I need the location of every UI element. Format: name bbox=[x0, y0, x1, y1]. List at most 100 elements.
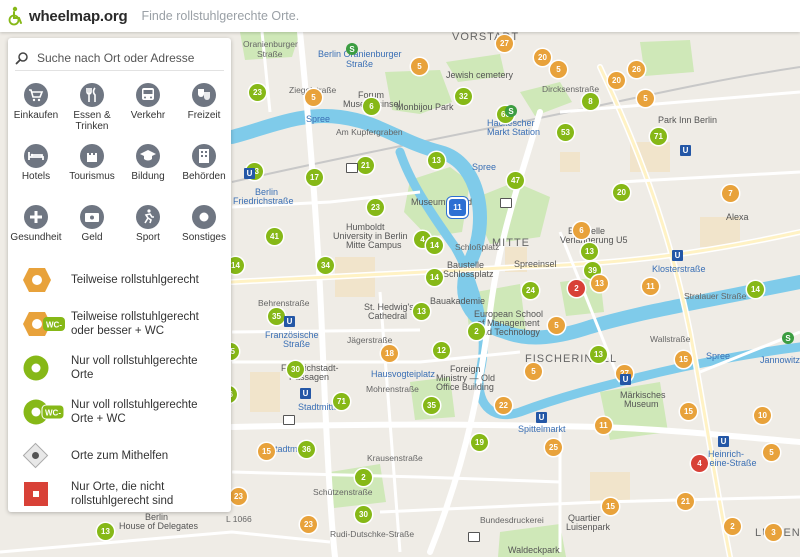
category-tourismus-button[interactable]: Tourismus bbox=[64, 144, 120, 182]
place-cluster-marker[interactable]: 5 bbox=[411, 58, 428, 75]
place-cluster-marker[interactable]: 24 bbox=[522, 282, 539, 299]
category-sport-button[interactable]: Sport bbox=[120, 205, 176, 243]
place-cluster-marker[interactable]: 13 bbox=[581, 243, 598, 260]
place-cluster-marker[interactable]: 11 bbox=[642, 278, 659, 295]
place-cluster-marker[interactable]: 13 bbox=[590, 346, 607, 363]
place-cluster-marker[interactable]: 15 bbox=[675, 351, 692, 368]
place-cluster-marker[interactable]: 23 bbox=[249, 84, 266, 101]
place-cluster-marker[interactable]: 10 bbox=[754, 407, 771, 424]
category-essen-button[interactable]: Essen & Trinken bbox=[64, 83, 120, 132]
place-cluster-marker[interactable]: 12 bbox=[433, 342, 450, 359]
place-cluster-marker[interactable]: 6 bbox=[363, 98, 380, 115]
category-sonstiges-button[interactable]: Sonstiges bbox=[176, 205, 232, 243]
place-cluster-marker[interactable]: 71 bbox=[333, 393, 350, 410]
place-cluster-marker[interactable]: 20 bbox=[613, 184, 630, 201]
tram-stop-icon[interactable] bbox=[468, 532, 480, 542]
place-cluster-marker[interactable]: 2 bbox=[568, 280, 585, 297]
place-cluster-marker[interactable]: 14 bbox=[747, 281, 764, 298]
place-cluster-marker[interactable]: 23 bbox=[367, 199, 384, 216]
ubahn-klosterstrasse-icon[interactable]: U bbox=[672, 250, 683, 261]
filter-option-5[interactable]: Orte zum Mithelfen bbox=[8, 436, 231, 476]
place-cluster-marker[interactable]: 27 bbox=[496, 35, 513, 52]
category-gesundheit-button[interactable]: Gesundheit bbox=[8, 205, 64, 243]
place-cluster-marker[interactable]: 36 bbox=[298, 441, 315, 458]
ubahn-spittelmarkt-icon[interactable]: U bbox=[536, 412, 547, 423]
place-cluster-marker[interactable]: 53 bbox=[557, 124, 574, 141]
place-cluster-marker[interactable]: 35 bbox=[268, 308, 285, 325]
place-cluster-marker[interactable]: 21 bbox=[677, 493, 694, 510]
place-cluster-marker[interactable]: 71 bbox=[650, 128, 667, 145]
filter-option-3[interactable]: Nur voll rollstuhlgerechte Orte bbox=[8, 348, 231, 388]
filter-option-4[interactable]: WC- Nur voll rollstuhlgerechte Orte + WC bbox=[8, 392, 231, 432]
place-cluster-marker[interactable]: 5 bbox=[763, 444, 780, 461]
place-cluster-marker[interactable]: 7 bbox=[722, 185, 739, 202]
place-cluster-marker[interactable]: 14 bbox=[426, 269, 443, 286]
place-cluster-marker[interactable]: 30 bbox=[355, 506, 372, 523]
filter-option-6[interactable]: Nur Orte, die nicht rollstuhlgerecht sind bbox=[8, 474, 231, 514]
category-geld-button[interactable]: Geld bbox=[64, 205, 120, 243]
place-cluster-marker[interactable]: 15 bbox=[258, 443, 275, 460]
place-cluster-marker[interactable]: 2 bbox=[355, 469, 372, 486]
place-cluster-marker[interactable]: 15 bbox=[602, 498, 619, 515]
tram-stop-icon[interactable] bbox=[500, 198, 512, 208]
category-freizeit-button[interactable]: Freizeit bbox=[176, 83, 232, 121]
place-cluster-marker[interactable]: 23 bbox=[300, 516, 317, 533]
place-cluster-marker[interactable]: 14 bbox=[426, 237, 443, 254]
place-cluster-marker[interactable]: 19 bbox=[471, 434, 488, 451]
sbahn-oranienburger-strasse-icon[interactable]: S bbox=[346, 43, 358, 55]
place-cluster-marker[interactable]: 15 bbox=[680, 403, 697, 420]
top-bar: wheelmap.org Finde rollstuhlgerechte Ort… bbox=[0, 0, 800, 32]
place-cluster-marker[interactable]: 13 bbox=[591, 275, 608, 292]
ubahn-franzoesische-strasse-icon[interactable]: U bbox=[284, 316, 295, 327]
place-cluster-marker[interactable]: 5 bbox=[550, 61, 567, 78]
place-cluster-marker[interactable]: 17 bbox=[306, 169, 323, 186]
place-cluster-marker[interactable]: 26 bbox=[628, 61, 645, 78]
place-cluster-marker[interactable]: 20 bbox=[608, 72, 625, 89]
place-cluster-marker[interactable]: 18 bbox=[381, 345, 398, 362]
place-cluster-marker[interactable]: 5 bbox=[525, 363, 542, 380]
place-cluster-marker[interactable]: 4 bbox=[691, 455, 708, 472]
filter-option-2[interactable]: WC- Teilweise rollstuhlgerecht oder besser… bbox=[8, 304, 231, 344]
place-cluster-marker[interactable]: 32 bbox=[455, 88, 472, 105]
ubahn-maerkisches-museum-icon[interactable]: U bbox=[620, 374, 631, 385]
place-cluster-marker[interactable]: 6 bbox=[573, 222, 590, 239]
place-cluster-marker[interactable]: 13 bbox=[97, 523, 114, 540]
place-cluster-marker[interactable]: 21 bbox=[357, 157, 374, 174]
ubahn-stadtmitte-icon[interactable]: U bbox=[300, 388, 311, 399]
place-cluster-marker[interactable]: 5 bbox=[548, 317, 565, 334]
place-cluster-marker[interactable]: 3 bbox=[765, 524, 782, 541]
search-input[interactable] bbox=[35, 49, 219, 66]
category-behörden-button[interactable]: Behörden bbox=[176, 144, 232, 182]
place-cluster-marker[interactable]: 8 bbox=[582, 93, 599, 110]
place-cluster-marker[interactable]: 35 bbox=[423, 397, 440, 414]
ubahn-heinrich-heine-strasse-icon[interactable]: U bbox=[718, 436, 729, 447]
wheelmap-logo[interactable]: wheelmap.org bbox=[6, 6, 128, 26]
place-cluster-marker[interactable]: 47 bbox=[507, 172, 524, 189]
tram-stop-icon[interactable] bbox=[283, 415, 295, 425]
place-cluster-marker[interactable]: 20 bbox=[534, 49, 551, 66]
place-cluster-marker[interactable]: 30 bbox=[287, 361, 304, 378]
ubahn-alexanderplatz-icon[interactable]: U bbox=[680, 145, 691, 156]
place-cluster-marker[interactable]: 22 bbox=[495, 397, 512, 414]
tram-stop-icon[interactable] bbox=[346, 163, 358, 173]
place-cluster-marker[interactable]: 23 bbox=[230, 488, 247, 505]
place-cluster-marker[interactable]: 25 bbox=[545, 439, 562, 456]
place-cluster-marker[interactable]: 2 bbox=[724, 518, 741, 535]
category-hotels-button[interactable]: Hotels bbox=[8, 144, 64, 182]
category-einkaufen-button[interactable]: Einkaufen bbox=[8, 83, 64, 121]
place-cluster-marker[interactable]: 5 bbox=[305, 89, 322, 106]
sbahn-hackescher-markt-icon[interactable]: S bbox=[505, 105, 517, 117]
category-bildung-button[interactable]: Bildung bbox=[120, 144, 176, 182]
place-cluster-marker[interactable]: 5 bbox=[637, 90, 654, 107]
place-cluster-marker[interactable]: 41 bbox=[266, 228, 283, 245]
place-cluster-marker[interactable]: 13 bbox=[413, 303, 430, 320]
sbahn-jannowitzbruecke-icon[interactable]: S bbox=[782, 332, 794, 344]
selected-place-cluster-marker[interactable]: 11 bbox=[449, 199, 466, 216]
place-cluster-marker[interactable]: 11 bbox=[595, 417, 612, 434]
category-verkehr-button[interactable]: Verkehr bbox=[120, 83, 176, 121]
filter-option-1[interactable]: Teilweise rollstuhlgerecht bbox=[8, 260, 231, 300]
place-cluster-marker[interactable]: 34 bbox=[317, 257, 334, 274]
place-cluster-marker[interactable]: 2 bbox=[468, 323, 485, 340]
place-cluster-marker[interactable]: 13 bbox=[428, 152, 445, 169]
ubahn-friedrichstrasse-icon[interactable]: U bbox=[244, 168, 255, 179]
